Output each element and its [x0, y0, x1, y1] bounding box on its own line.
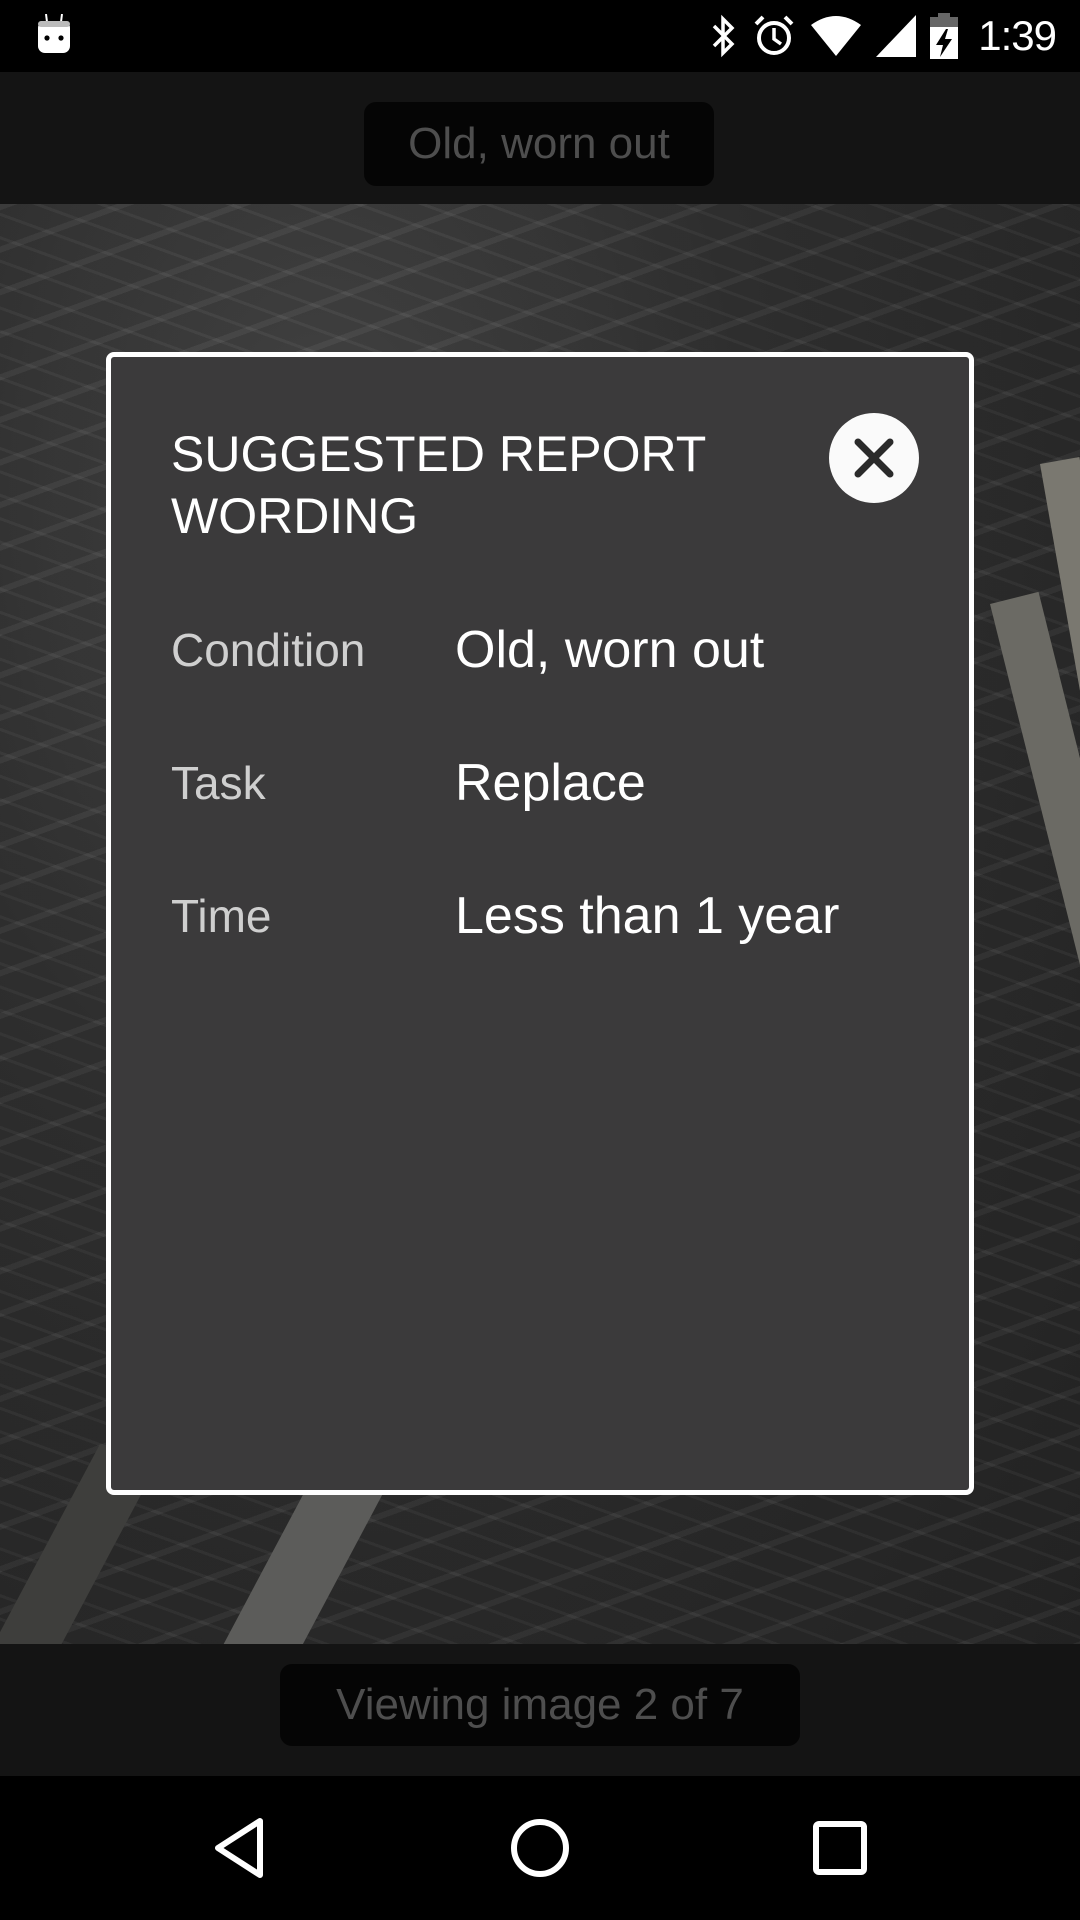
status-bar: 1:39 [0, 0, 1080, 72]
wifi-icon [811, 16, 862, 56]
android-notification-icon [38, 14, 70, 53]
image-caption: Old, worn out [364, 102, 714, 186]
clock: 1:39 [978, 12, 1057, 59]
home-button[interactable] [490, 1806, 590, 1890]
dialog-title: SUGGESTED REPORT WORDING [171, 426, 706, 544]
back-button[interactable] [190, 1806, 290, 1890]
bottom-caption-band: Viewing image 2 of 7 [0, 1644, 1080, 1776]
back-icon [215, 1818, 263, 1878]
battery-charging-icon [930, 13, 959, 59]
task-value: Replace [455, 754, 646, 812]
photo-trim [1040, 457, 1080, 1449]
time-row: Time Less than 1 year [171, 881, 931, 951]
navigation-bar [0, 1776, 1080, 1920]
condition-row: Condition Old, worn out [171, 615, 931, 685]
close-icon [854, 438, 894, 478]
close-button[interactable] [829, 413, 919, 503]
time-label: Time [171, 890, 272, 942]
suggested-report-wording-dialog: SUGGESTED REPORT WORDING Condition Old, … [106, 352, 974, 1495]
task-row: Task Replace [171, 748, 931, 818]
photo-trim [990, 591, 1080, 1478]
time-value: Less than 1 year [455, 887, 840, 945]
condition-value: Old, worn out [455, 621, 765, 679]
home-icon [511, 1819, 569, 1877]
task-label: Task [171, 757, 266, 809]
alarm-icon [754, 15, 794, 55]
image-counter: Viewing image 2 of 7 [280, 1664, 800, 1746]
condition-label: Condition [171, 624, 366, 676]
top-caption-band: Old, worn out [0, 72, 1080, 204]
recents-button[interactable] [790, 1806, 890, 1890]
cell-signal-icon [876, 15, 917, 57]
bluetooth-icon [713, 14, 735, 58]
recents-icon [813, 1821, 867, 1875]
